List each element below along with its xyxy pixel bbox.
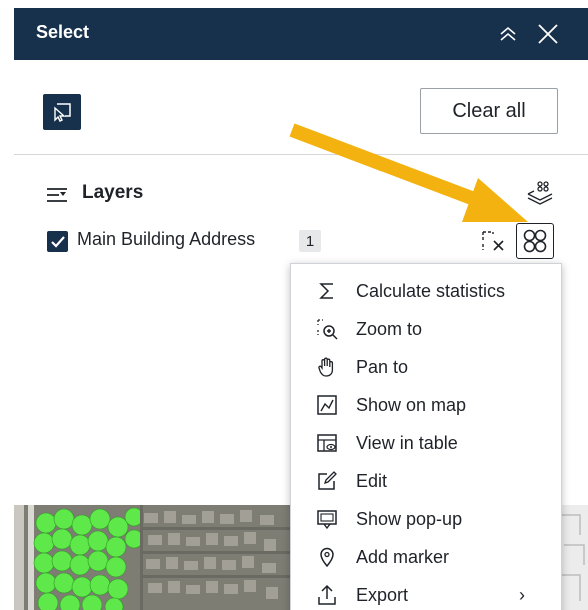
edit-icon	[315, 469, 339, 493]
menu-item-show-on-map[interactable]: Show on map	[291, 386, 561, 424]
view-table-icon	[315, 431, 339, 455]
layer-name: Main Building Address	[77, 229, 256, 249]
menu-item-add-marker[interactable]: Add marker	[291, 538, 561, 576]
divider	[14, 154, 588, 155]
close-button[interactable]	[534, 20, 562, 48]
layer-checkbox[interactable]	[47, 231, 68, 252]
menu-item-label: View in table	[356, 432, 458, 453]
menu-item-label: Zoom to	[356, 318, 423, 339]
clear-all-button[interactable]: Clear all	[420, 88, 558, 134]
menu-item-label: Edit	[356, 470, 388, 491]
layers-heading: Layers	[82, 182, 144, 203]
menu-item-zoom-to[interactable]: Zoom to	[291, 310, 561, 348]
collapse-button[interactable]	[494, 20, 522, 48]
menu-item-show-pop-up[interactable]: Show pop-up	[291, 500, 561, 538]
export-icon	[315, 583, 339, 607]
menu-item-export[interactable]: Export ›	[291, 576, 561, 610]
menu-item-pan-to[interactable]: Pan to	[291, 348, 561, 386]
menu-item-edit[interactable]: Edit	[291, 462, 561, 500]
select-by-pointer-button[interactable]	[43, 94, 81, 130]
marker-icon	[315, 545, 339, 569]
select-panel: Select Clear all Layers Main Building Ad…	[14, 8, 588, 610]
menu-item-view-in-table[interactable]: View in table	[291, 424, 561, 462]
layers-stack-icon[interactable]	[526, 180, 554, 211]
close-icon	[538, 24, 558, 44]
menu-item-label: Add marker	[356, 546, 450, 567]
layer-actions-button[interactable]	[516, 223, 554, 259]
panel-header: Select	[14, 8, 588, 60]
selection-count-badge: 1	[299, 230, 321, 252]
clear-selection-icon[interactable]	[481, 230, 507, 259]
menu-item-label: Export	[356, 584, 409, 605]
layer-actions-menu: Calculate statistics Zoom to Pan to Show…	[290, 263, 562, 610]
panel-title: Select	[36, 22, 90, 42]
cursor-select-icon	[54, 103, 71, 122]
menu-item-label: Show pop-up	[356, 508, 463, 529]
four-circles-icon	[523, 229, 547, 253]
double-chevron-up-icon	[500, 26, 516, 41]
menu-item-label: Pan to	[356, 356, 409, 377]
menu-item-label: Calculate statistics	[356, 280, 506, 301]
menu-item-label: Show on map	[356, 394, 467, 415]
show-on-map-icon	[315, 393, 339, 417]
popup-icon	[315, 507, 339, 531]
collapse-list-icon[interactable]	[46, 187, 68, 208]
zoom-to-icon	[315, 317, 339, 341]
hand-icon	[315, 355, 339, 379]
chevron-right-icon: ›	[519, 584, 525, 605]
menu-item-calculate-statistics[interactable]: Calculate statistics	[291, 272, 561, 310]
checkmark-icon	[50, 235, 65, 248]
sigma-icon	[315, 279, 339, 303]
